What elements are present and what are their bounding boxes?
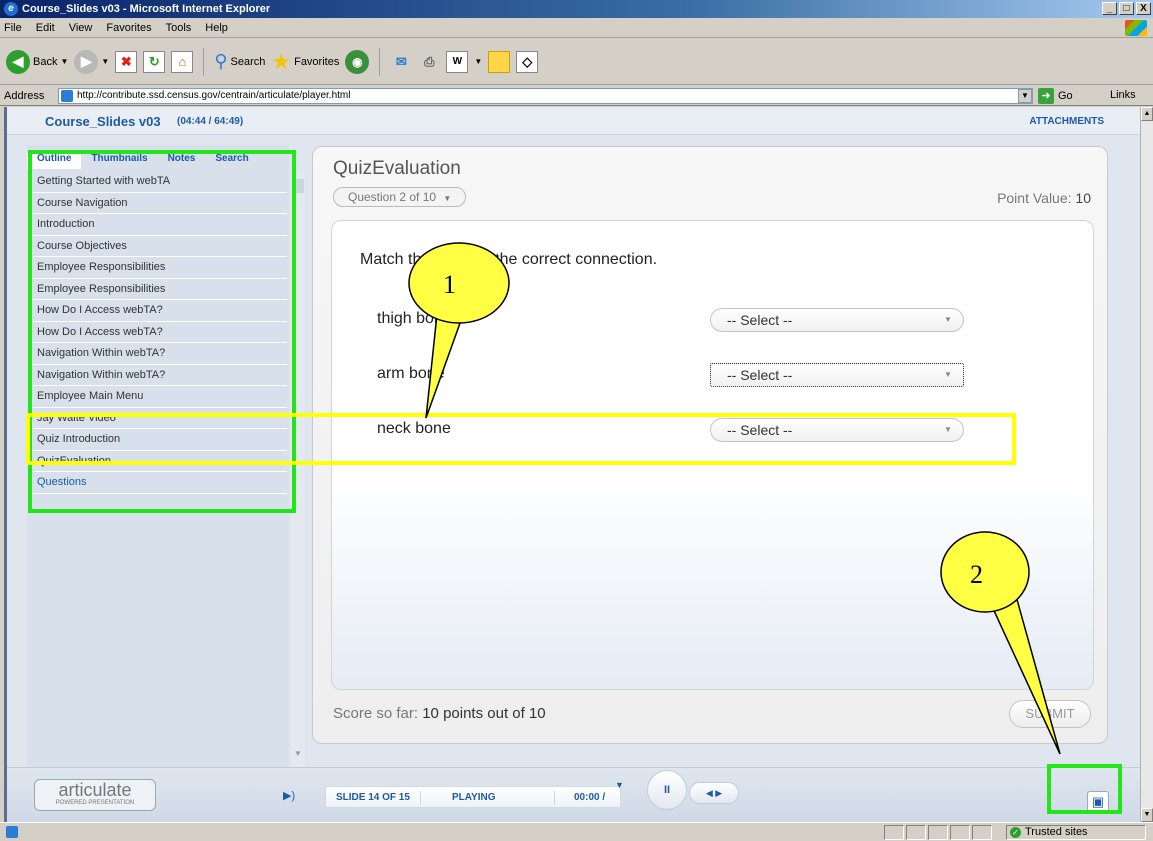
callout-1-bubble bbox=[408, 242, 510, 324]
callout-2-bubble bbox=[940, 531, 1030, 613]
callout-1-number: 1 bbox=[443, 270, 456, 299]
callout-2-number: 2 bbox=[970, 560, 983, 589]
callout-2-pointer bbox=[988, 595, 1061, 755]
callout-arrows bbox=[408, 242, 1061, 755]
